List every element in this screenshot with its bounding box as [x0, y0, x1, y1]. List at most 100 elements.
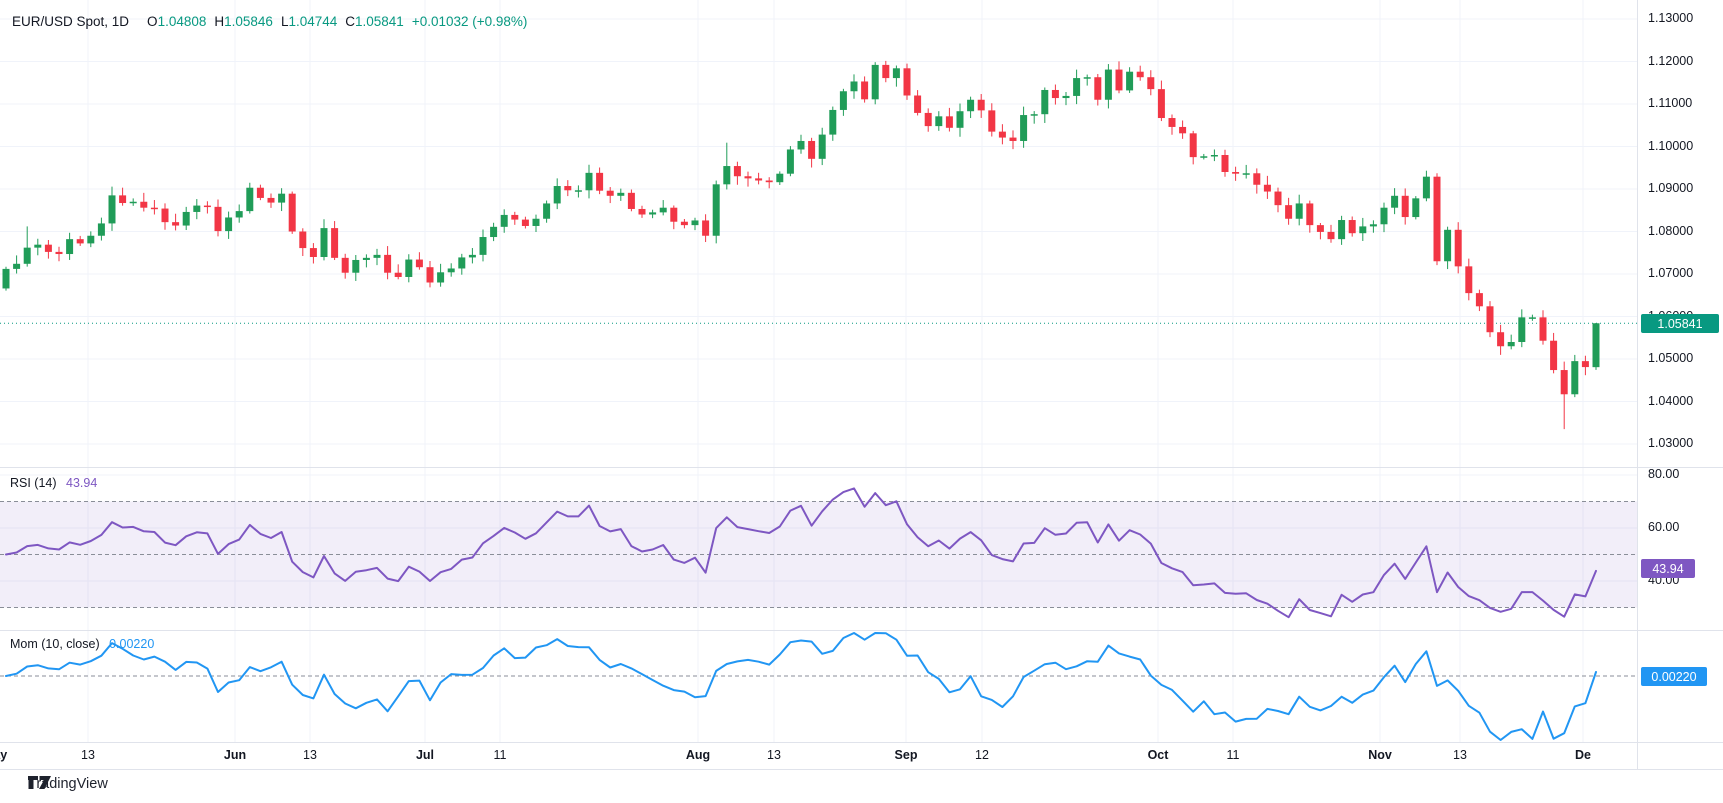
- candle-body: [586, 173, 593, 190]
- candle-body: [904, 68, 911, 95]
- candle-body: [1391, 196, 1398, 208]
- candle-body: [1359, 226, 1366, 233]
- candle-body: [1041, 90, 1048, 114]
- candle-body: [1497, 332, 1504, 346]
- candle-body: [681, 222, 688, 225]
- candle-body: [458, 257, 465, 268]
- candle-body: [851, 81, 858, 91]
- candle-body: [299, 232, 306, 249]
- candle-body: [1158, 89, 1165, 118]
- candle-body: [745, 176, 752, 178]
- candle-body: [1317, 225, 1324, 232]
- candle-body: [66, 239, 73, 254]
- time-scale-drag-area[interactable]: [0, 742, 1637, 770]
- candle-body: [310, 248, 317, 257]
- candle-body: [1200, 156, 1207, 158]
- candle-body: [1285, 205, 1292, 219]
- candle-body: [967, 100, 974, 111]
- candle-body: [734, 166, 741, 176]
- candle-body: [564, 186, 571, 190]
- candle-body: [1487, 306, 1494, 332]
- candle-body: [448, 268, 455, 272]
- candle-body: [140, 202, 147, 208]
- candle-body: [246, 188, 253, 211]
- candle-body: [1571, 361, 1578, 394]
- candle-body: [1328, 232, 1335, 239]
- candle-body: [34, 245, 41, 248]
- candle-body: [999, 132, 1006, 138]
- tradingview-chart-window: EUR/USD Spot, 1DO1.04808H1.05846L1.04744…: [0, 0, 1723, 803]
- candle-body: [1020, 115, 1027, 141]
- candle-body: [1275, 192, 1282, 206]
- candle-body: [670, 208, 677, 222]
- candle-body: [1338, 220, 1345, 239]
- candle-body: [575, 190, 582, 192]
- candle-body: [1444, 230, 1451, 261]
- candle-body: [374, 255, 381, 258]
- candle-body: [1508, 342, 1515, 346]
- candle-body: [1190, 133, 1197, 157]
- candle-body: [352, 260, 359, 273]
- candle-body: [723, 166, 730, 184]
- candle-body: [1529, 317, 1536, 319]
- candle-body: [713, 184, 720, 235]
- candle-body: [501, 215, 508, 227]
- candle-body: [660, 208, 667, 213]
- chart-canvas[interactable]: [0, 0, 1723, 803]
- candle-body: [257, 188, 264, 198]
- candle-body: [1540, 317, 1547, 340]
- candle-body: [607, 191, 614, 196]
- candle-body: [1306, 203, 1313, 225]
- candle-body: [109, 195, 116, 223]
- candle-body: [1179, 127, 1186, 133]
- candle-body: [1550, 341, 1557, 370]
- candle-body: [872, 65, 879, 99]
- price-scale-drag-area[interactable]: [1637, 0, 1723, 742]
- candle-body: [416, 260, 423, 268]
- candle-body: [829, 110, 836, 135]
- candle-body: [172, 222, 179, 225]
- candle-body: [925, 113, 932, 126]
- candle-body: [1243, 173, 1250, 175]
- candle-body: [1349, 220, 1356, 233]
- candle-body: [1455, 230, 1462, 267]
- candle-body: [988, 110, 995, 131]
- candle-body: [321, 228, 328, 257]
- candle-body: [469, 255, 476, 258]
- candle-body: [617, 193, 624, 196]
- candle-body: [702, 220, 709, 235]
- candle-body: [1264, 185, 1271, 192]
- candle-body: [405, 260, 412, 277]
- candle-body: [1561, 370, 1568, 394]
- candle-body: [342, 258, 349, 273]
- candle-body: [1063, 96, 1070, 98]
- candle-body: [56, 252, 63, 254]
- candle-body: [1126, 72, 1133, 91]
- candle-body: [331, 228, 338, 258]
- candle-body: [649, 212, 656, 214]
- candle-body: [363, 258, 370, 260]
- candle-body: [819, 135, 826, 159]
- candle-body: [289, 194, 296, 232]
- candle-body: [193, 206, 200, 212]
- candle-body: [3, 269, 10, 289]
- candle-body: [1518, 317, 1525, 342]
- candle-body: [554, 186, 561, 203]
- candle-body: [692, 220, 699, 225]
- candle-body: [957, 111, 964, 128]
- candle-body: [639, 209, 646, 215]
- candle-body: [77, 239, 84, 243]
- candle-body: [1582, 361, 1589, 367]
- candle-body: [490, 227, 497, 237]
- candle-body: [204, 206, 211, 208]
- candle-body: [98, 223, 105, 235]
- candle-body: [1105, 70, 1112, 100]
- candle-body: [1222, 155, 1229, 172]
- candle-body: [776, 174, 783, 183]
- candle-body: [384, 255, 391, 273]
- candle-body: [1593, 323, 1600, 367]
- candle-body: [1402, 196, 1409, 217]
- candle-body: [946, 116, 953, 127]
- candle-body: [427, 267, 434, 282]
- candle-body: [1147, 77, 1154, 89]
